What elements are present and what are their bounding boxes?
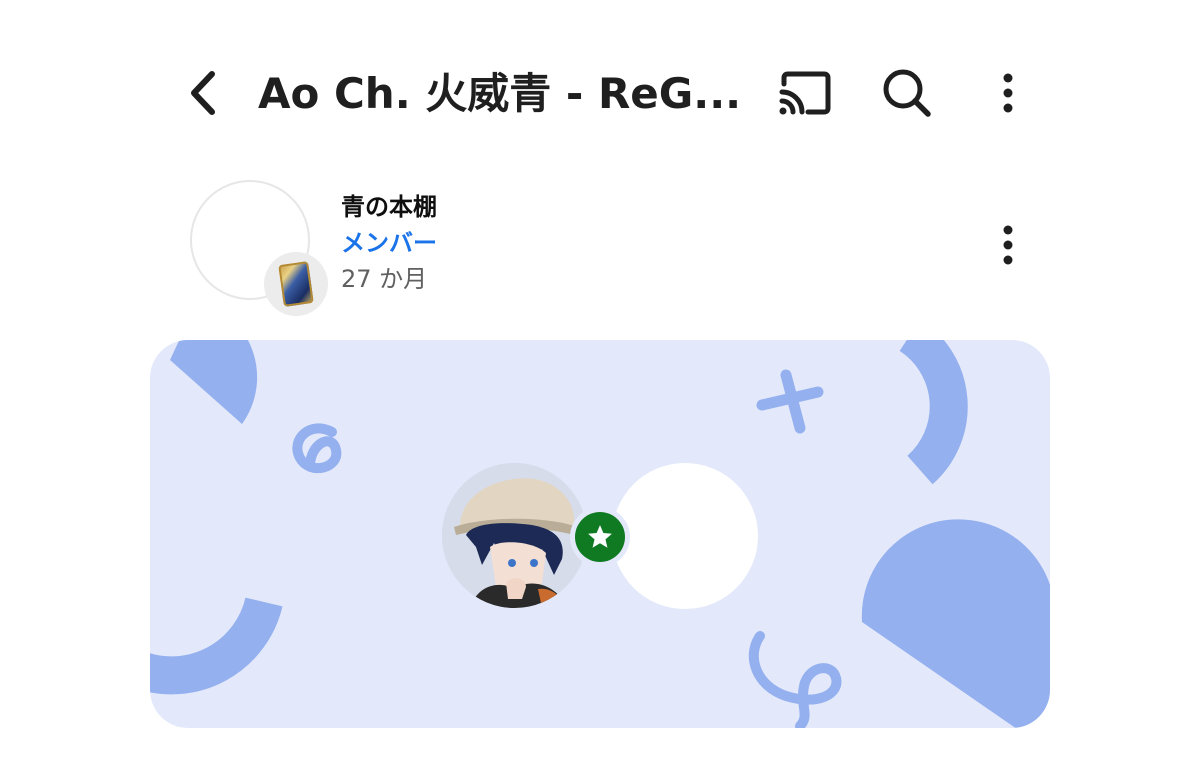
channel-title: Ao Ch. 火威青 - ReG...: [258, 69, 742, 118]
search-icon: [883, 69, 931, 117]
chevron-left-icon: [191, 71, 215, 115]
member-star-badge: [570, 507, 630, 567]
decor-shape: [170, 340, 258, 424]
more-vert-icon: [1003, 73, 1013, 113]
decor-ring: [899, 340, 968, 485]
cast-icon: [779, 71, 831, 115]
author-name[interactable]: 青の本棚: [341, 190, 437, 224]
decor-squiggle: [748, 631, 842, 728]
member-avatar-placeholder: [612, 463, 758, 609]
decor-shape: [861, 519, 1050, 728]
cast-button[interactable]: [774, 66, 836, 120]
post-more-options-button[interactable]: [986, 222, 1030, 268]
star-badge-inner: [575, 512, 625, 562]
star-icon: [588, 525, 612, 548]
avatar-illustration: [442, 463, 587, 608]
decor-plus: [756, 369, 824, 434]
channel-avatar-photo: [442, 463, 587, 608]
book-icon: [278, 261, 314, 307]
membership-duration: 27 か月: [341, 265, 428, 293]
more-vert-icon: [1003, 225, 1013, 265]
membership-badge-thumbnail: [264, 252, 328, 316]
member-badge: メンバー: [341, 229, 437, 257]
decor-ring: [150, 597, 283, 695]
search-button[interactable]: [878, 64, 936, 122]
back-button[interactable]: [178, 66, 228, 120]
app-top-bar: Ao Ch. 火威青 - ReG...: [0, 0, 1200, 185]
decor-squiggle: [292, 423, 342, 473]
more-options-button[interactable]: [985, 66, 1031, 120]
